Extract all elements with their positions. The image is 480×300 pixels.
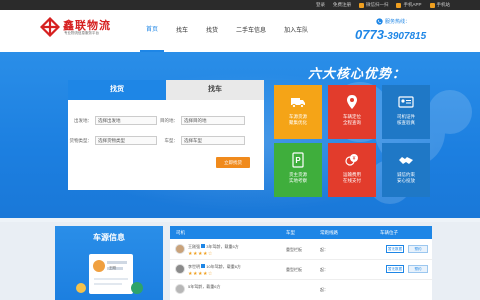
main-nav: 首页 找车 找货 二手车信息 加入车队 — [140, 10, 320, 52]
col-driver: 司机 — [176, 230, 185, 235]
vehicle-source-title: 车源信息 — [93, 233, 125, 242]
vehicle-source-table: 司机 车型 常跑线路 车辆位子 王刚强 3年驾龄，载重6方 ★★★★☆ 重型栏板… — [170, 226, 432, 300]
table-row[interactable]: 王刚强 3年驾龄，载重6方 ★★★★☆ 重型栏板 起： 暂无数据 预约 — [170, 240, 432, 260]
nav-find-truck[interactable]: 找车 — [170, 10, 194, 52]
row-route: 起： — [320, 247, 328, 252]
goods-label: 货物类型： — [69, 137, 93, 143]
goods-select[interactable]: 选择货物类型 — [95, 136, 157, 145]
table-row[interactable]: 李世明 10年驾龄，载重6方 ★★★★☆ 重型栏板 起： 暂无数据 预约 — [170, 260, 432, 280]
vehicle-source-panel: 车源信息 王刚 — [55, 226, 163, 300]
phone-icon — [396, 2, 402, 8]
illus-driver-name: 王刚 — [109, 266, 116, 270]
vehicle-row: 车型： 选择车型 — [160, 136, 245, 145]
register-link[interactable]: 免费注册 — [333, 0, 351, 10]
nav-home[interactable]: 首页 — [140, 10, 165, 52]
col-vehicle-type: 车型 — [286, 230, 295, 235]
logo-subtitle: 专业物流信息服务平台 — [64, 31, 99, 35]
vehicle-select[interactable]: 选择车型 — [181, 136, 245, 145]
wechat-link[interactable]: 微信扫一扫 — [358, 0, 388, 10]
hotline-number: 0773-3907815 — [355, 27, 427, 42]
origin-select[interactable]: 选择出发地 — [95, 116, 157, 125]
row-route: 起： — [320, 287, 328, 292]
search-panel: 找货 找车 — [68, 80, 264, 190]
advantage-card-2[interactable]: 车辆定位 全程查询 — [328, 85, 376, 139]
col-vehicle-position: 车辆位子 — [380, 230, 398, 235]
location-pin-icon — [347, 95, 357, 109]
row-driver-name: 王刚强 3年驾龄，载重6方 — [188, 244, 239, 249]
login-link[interactable]: 登录 — [316, 0, 325, 10]
tab-find-goods[interactable]: 找货 — [68, 80, 166, 100]
row-status-badge: 暂无数据 — [386, 245, 404, 253]
truck-icon — [291, 98, 305, 109]
search-tabs: 找货 找车 — [68, 80, 264, 100]
col-route: 常跑线路 — [320, 230, 338, 235]
book-button[interactable]: 预约 — [408, 265, 428, 273]
verified-icon — [201, 264, 206, 268]
row-vehicle-type: 重型栏板 — [286, 247, 302, 252]
top-utility-bar: 登录 免费注册 微信扫一扫 手机APP 手机站 — [0, 0, 480, 10]
coins-icon: ¥ — [345, 154, 358, 166]
origin-label: 出发地： — [74, 117, 92, 123]
avatar — [175, 264, 185, 274]
tab-find-truck[interactable]: 找车 — [166, 80, 264, 100]
verified-icon — [201, 244, 206, 248]
phone-icon — [376, 18, 383, 25]
row-vehicle-type: 重型栏板 — [286, 267, 302, 272]
book-button[interactable]: 预约 — [408, 245, 428, 253]
advantages-title: 六大核心优势： — [308, 66, 407, 81]
parking-icon: P — [292, 152, 304, 168]
driver-profile-illustration-icon — [76, 254, 143, 294]
nav-used-trucks[interactable]: 二手车信息 — [230, 10, 272, 52]
goods-row: 货物类型： 选择货物类型 — [64, 136, 157, 145]
dest-row: 目的地： 选择目的地 — [160, 116, 245, 125]
dest-select[interactable]: 选择目的地 — [181, 116, 245, 125]
mobile-icon — [429, 2, 435, 8]
advantage-card-1[interactable]: 车源货源 聚集优化 — [274, 85, 322, 139]
advantage-card-4[interactable]: P 货主货源 实地考察 — [274, 143, 322, 197]
svg-text:P: P — [295, 156, 301, 165]
hotline-label: 服务热线： — [376, 18, 410, 25]
table-header: 司机 车型 常跑线路 车辆位子 — [170, 226, 432, 239]
table-row[interactable]: 5年驾龄，载重6方 起： — [170, 280, 432, 300]
top-links: 登录 免费注册 微信扫一扫 手机APP 手机站 — [316, 0, 450, 10]
wechat-icon — [358, 2, 364, 8]
app-link[interactable]: 手机APP — [396, 0, 422, 10]
row-driver-name: 李世明 10年驾龄，载重6方 — [188, 264, 241, 269]
advantage-card-3[interactable]: 司机证件 核查验真 — [382, 85, 430, 139]
row-status-badge: 暂无数据 — [386, 265, 404, 273]
origin-row: 出发地： 选择出发地 — [72, 116, 157, 125]
row-driver-desc: 5年驾龄，载重6方 — [188, 284, 221, 289]
nav-find-goods[interactable]: 找货 — [200, 10, 224, 52]
svg-text:¥: ¥ — [353, 156, 356, 162]
mobile-site-link[interactable]: 手机站 — [429, 0, 450, 10]
vehicle-label: 车型： — [164, 137, 179, 143]
search-submit-button[interactable]: 立即找货 — [216, 157, 250, 168]
avatar — [175, 284, 185, 294]
advantage-card-5[interactable]: ¥ 运输费用 在线支付 — [328, 143, 376, 197]
advantage-card-6[interactable]: 诚信约束 安心投放 — [382, 143, 430, 197]
avatar — [175, 244, 185, 254]
id-card-icon — [398, 96, 414, 108]
rating-stars: ★★★★☆ — [188, 251, 213, 257]
dest-label: 目的地： — [160, 117, 178, 123]
nav-join-fleet[interactable]: 加入车队 — [278, 10, 314, 52]
chinese-knot-logo-icon[interactable] — [40, 17, 60, 37]
row-route: 起： — [320, 267, 328, 272]
rating-stars: ★★★★☆ — [188, 271, 213, 277]
handshake-icon — [399, 157, 413, 164]
